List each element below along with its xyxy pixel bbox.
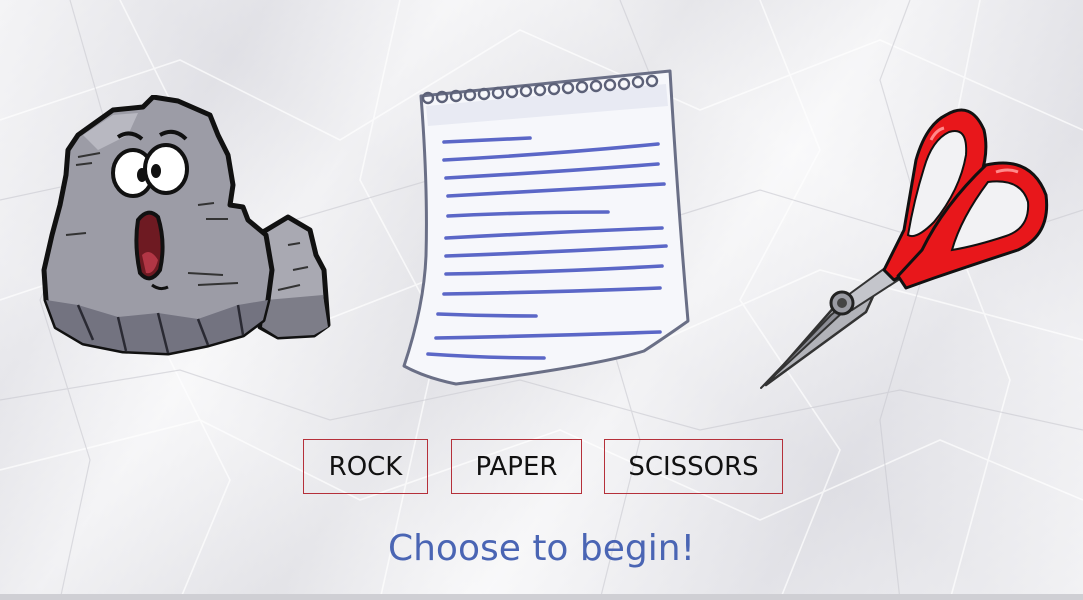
rock-character-icon xyxy=(38,94,333,364)
scissors-icon xyxy=(756,100,1056,399)
status-message: Choose to begin! xyxy=(387,528,696,569)
paper-sheet-icon xyxy=(396,66,696,400)
bottom-strip xyxy=(0,594,1083,600)
scissors-button[interactable]: SCISSORS xyxy=(604,439,783,494)
choice-button-row: ROCK PAPER SCISSORS xyxy=(0,439,1083,496)
rock-button[interactable]: ROCK xyxy=(303,439,428,494)
paper-button[interactable]: PAPER xyxy=(451,439,582,494)
